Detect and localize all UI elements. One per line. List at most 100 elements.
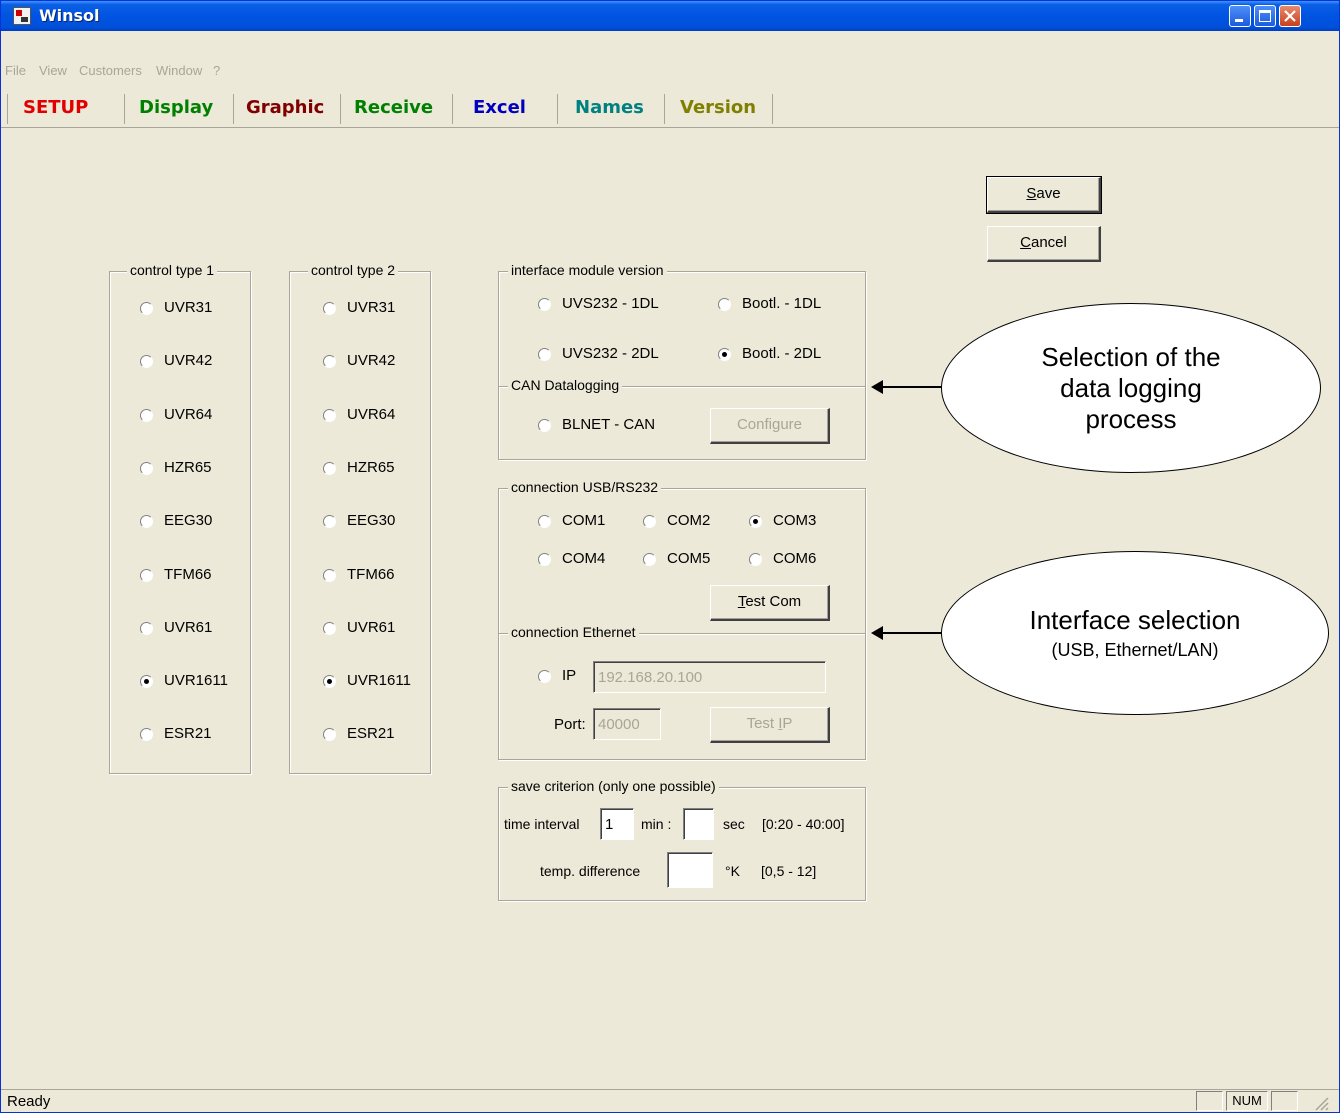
maximize-button[interactable] xyxy=(1254,5,1276,27)
radio-circle[interactable] xyxy=(718,298,731,311)
maximize-icon xyxy=(1259,10,1271,22)
tab-names[interactable]: Names xyxy=(575,97,644,118)
radio-label: UVR31 xyxy=(164,299,213,316)
radio-circle[interactable] xyxy=(140,461,153,475)
status-panel xyxy=(1196,1091,1223,1111)
radio-label: COM5 xyxy=(667,550,711,567)
logging-callout: Selection of the data logging process xyxy=(941,303,1321,473)
callout-line: data logging xyxy=(1060,372,1202,403)
radio-circle[interactable] xyxy=(538,670,551,683)
radio-label: TFM66 xyxy=(347,565,395,583)
radio-label: UVR1611 xyxy=(164,672,228,690)
port-field[interactable] xyxy=(593,708,661,740)
tab-display[interactable]: Display xyxy=(139,97,213,118)
logging-arrow xyxy=(871,380,941,394)
radio-circle[interactable] xyxy=(718,348,731,361)
title-bar[interactable]: Winsol xyxy=(1,1,1339,31)
radio-circle[interactable] xyxy=(538,553,551,566)
status-panel xyxy=(1271,1091,1298,1111)
save-criterion-label: save criterion (only one possible) xyxy=(508,778,719,794)
radio-circle[interactable] xyxy=(749,515,762,528)
radio-label: UVR61 xyxy=(347,618,396,636)
radio-label: HZR65 xyxy=(164,458,212,476)
interface-arrow xyxy=(871,626,941,640)
tab-separator xyxy=(233,94,234,124)
radio-label: COM6 xyxy=(773,550,817,567)
radio-circle[interactable] xyxy=(538,348,551,361)
radio-label: TFM66 xyxy=(164,565,212,583)
radio-label: UVR1611 xyxy=(347,672,411,690)
time-min-field[interactable] xyxy=(600,808,634,840)
temp-unit-label: °K xyxy=(725,863,740,879)
connection-ethernet-label: connection Ethernet xyxy=(508,624,639,640)
min-label: min : xyxy=(641,816,672,832)
minimize-button[interactable] xyxy=(1229,5,1251,27)
app-window: Winsol File View Customers Window ? SETU… xyxy=(0,0,1340,1113)
test-ip-button[interactable]: Test IP xyxy=(710,707,830,743)
radio-label: BLNET - CAN xyxy=(562,416,656,433)
radio-label: EEG30 xyxy=(347,512,396,530)
tab-receive[interactable]: Receive xyxy=(354,97,433,118)
resize-grip-icon[interactable] xyxy=(1313,1095,1329,1111)
test-ip-label-u: I xyxy=(778,715,783,732)
radio-label: IP xyxy=(562,667,577,684)
radio-label: UVR61 xyxy=(164,618,213,636)
status-bar xyxy=(1,1089,1339,1115)
radio-label: COM4 xyxy=(562,550,606,567)
interface-callout: Interface selection (USB, Ethernet/LAN) xyxy=(941,551,1329,715)
radio-circle[interactable] xyxy=(140,408,153,422)
callout-line: Selection of the xyxy=(1041,341,1221,372)
radio-label: COM3 xyxy=(773,512,817,529)
radio-label: UVR64 xyxy=(347,405,396,423)
radio-label: UVR42 xyxy=(347,352,396,370)
radio-label: Bootl. - 2DL xyxy=(742,345,822,362)
radio-circle[interactable] xyxy=(323,568,336,582)
radio-circle[interactable] xyxy=(323,461,336,475)
radio-label: ESR21 xyxy=(347,725,395,743)
radio-circle[interactable] xyxy=(538,298,551,311)
save-label-rest: ave xyxy=(1036,185,1061,202)
radio-circle[interactable] xyxy=(140,568,153,582)
radio-circle[interactable] xyxy=(538,515,551,528)
cancel-button[interactable]: Cancel xyxy=(987,226,1101,262)
menu-customers[interactable]: Customers xyxy=(79,63,142,78)
radio-circle[interactable] xyxy=(749,553,762,566)
radio-circle[interactable] xyxy=(643,553,656,566)
radio-circle[interactable] xyxy=(323,408,336,422)
radio-circle[interactable] xyxy=(323,675,336,689)
tab-setup[interactable]: SETUP xyxy=(23,97,88,118)
radio-circle[interactable] xyxy=(140,302,153,315)
ip-address-field[interactable] xyxy=(593,661,826,693)
callout-title: Interface selection xyxy=(1029,605,1241,635)
temp-range-label: [0,5 - 12] xyxy=(761,863,817,879)
radio-label: COM2 xyxy=(667,512,711,529)
test-com-label-rest: est Com xyxy=(745,593,802,610)
temp-difference-field[interactable] xyxy=(667,852,713,888)
radio-circle[interactable] xyxy=(140,675,153,689)
radio-circle[interactable] xyxy=(323,621,336,635)
menu-window[interactable]: Window xyxy=(156,63,202,78)
radio-circle[interactable] xyxy=(538,419,551,432)
radio-circle[interactable] xyxy=(140,621,153,635)
tab-separator xyxy=(772,94,773,124)
configure-button[interactable]: Configure xyxy=(710,408,830,444)
tab-separator xyxy=(124,94,125,124)
time-sec-field[interactable] xyxy=(683,808,714,840)
tab-separator xyxy=(340,94,341,124)
radio-circle[interactable] xyxy=(323,302,336,315)
sec-label: sec xyxy=(723,816,745,832)
menu-file[interactable]: File xyxy=(5,63,26,78)
tab-separator xyxy=(7,94,8,124)
radio-label: UVR42 xyxy=(164,352,213,370)
tab-separator xyxy=(664,94,665,124)
tab-version[interactable]: Version xyxy=(680,97,756,118)
menu-view[interactable]: View xyxy=(39,63,67,78)
radio-label: UVR31 xyxy=(347,299,396,316)
tab-excel[interactable]: Excel xyxy=(473,97,526,118)
menu-help[interactable]: ? xyxy=(213,63,220,78)
save-button[interactable]: Save xyxy=(986,176,1102,214)
tab-graphic[interactable]: Graphic xyxy=(246,97,324,118)
radio-circle[interactable] xyxy=(643,515,656,528)
test-com-button[interactable]: Test Com xyxy=(710,585,830,621)
close-button[interactable] xyxy=(1279,5,1301,27)
